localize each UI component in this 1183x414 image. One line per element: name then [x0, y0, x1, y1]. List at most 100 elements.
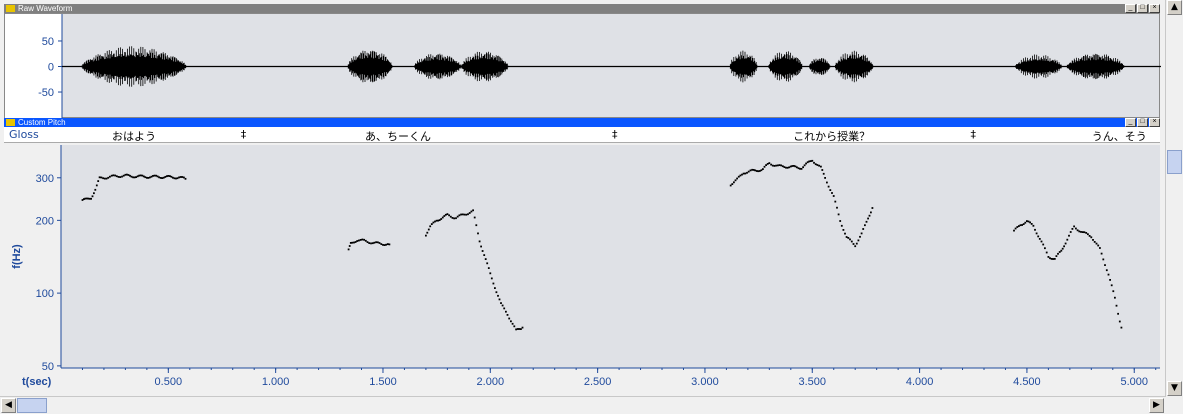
pitch-point — [1022, 223, 1025, 225]
pitch-point — [480, 245, 482, 248]
pitch-point — [1120, 326, 1123, 329]
pitch-point — [1075, 227, 1077, 230]
pitch-point — [737, 175, 740, 178]
pitch-point — [1078, 230, 1081, 233]
pitch-point — [1085, 232, 1088, 234]
pitch-point — [1069, 231, 1072, 233]
gloss-row: Gloss おはよう あ、ちーくん これから授業？ うん、そう ‡ ‡ ‡ — [4, 127, 1160, 143]
pitch-title: Custom Pitch — [18, 118, 66, 127]
pitch-point — [739, 174, 742, 177]
gloss-item[interactable]: あ、ちーくん — [365, 128, 431, 144]
pitch-point — [90, 197, 92, 200]
pitch-point — [1040, 240, 1043, 243]
waveform-pane: 50 0 -50 — [4, 13, 1161, 119]
waveform-y-tick-label: -50 — [38, 87, 54, 99]
pitch-point — [824, 177, 826, 179]
pitch-point — [1021, 224, 1023, 226]
gloss-item[interactable]: おはよう — [112, 128, 156, 144]
pitch-point — [780, 164, 782, 167]
vertical-scrollbar[interactable]: ▲ ▼ — [1165, 0, 1183, 397]
scroll-right-button[interactable]: ▶ — [1149, 398, 1164, 413]
pitch-titlebar[interactable]: Custom Pitch _ □ × — [4, 118, 1160, 127]
pitch-point — [451, 217, 454, 219]
pitch-point — [839, 220, 842, 222]
pitch-point — [368, 242, 371, 244]
pitch-point — [868, 214, 871, 217]
gloss-item[interactable]: うん、そう — [1092, 128, 1147, 144]
scroll-down-button[interactable]: ▼ — [1167, 381, 1182, 396]
pitch-point — [465, 213, 468, 216]
pitch-point — [1115, 304, 1118, 307]
pitch-point — [475, 224, 478, 227]
pitch-point — [119, 176, 122, 178]
pitch-point — [1034, 228, 1036, 231]
maximize-button[interactable]: □ — [1137, 118, 1148, 127]
pitch-point — [768, 162, 771, 164]
pitch-point — [802, 166, 804, 169]
vertical-scroll-thumb[interactable] — [1167, 150, 1182, 174]
close-button[interactable]: × — [1149, 118, 1160, 127]
pitch-point — [1016, 226, 1019, 228]
pitch-point — [487, 267, 490, 269]
minimize-button[interactable]: _ — [1125, 118, 1136, 127]
pitch-point — [1068, 234, 1070, 237]
pitch-point — [791, 165, 794, 167]
pitch-point — [773, 165, 776, 167]
scroll-left-button[interactable]: ◀ — [1, 398, 16, 413]
gloss-item[interactable]: これから授業？ — [793, 128, 870, 144]
pitch-point — [91, 195, 94, 198]
pitch-point — [448, 214, 450, 217]
waveform-burst — [809, 58, 831, 75]
maximize-button[interactable]: □ — [1137, 4, 1148, 13]
pitch-point — [731, 183, 734, 185]
pitch-point — [468, 212, 471, 214]
pitch-point — [376, 241, 379, 244]
pitch-point — [176, 177, 179, 180]
pitch-point — [850, 240, 853, 243]
pitch-point — [375, 241, 377, 244]
pitch-point — [1024, 221, 1027, 224]
pitch-point — [158, 176, 160, 179]
pitch-point — [95, 184, 98, 187]
pitch-point — [105, 177, 108, 180]
scroll-up-button[interactable]: ▲ — [1167, 0, 1182, 15]
pitch-point — [1105, 269, 1108, 272]
pitch-point — [364, 239, 367, 242]
pitch-point — [1099, 247, 1101, 249]
waveform-titlebar[interactable]: Raw Waveform _ □ × — [4, 4, 1160, 13]
pitch-x-tick-label: 4.000 — [906, 376, 934, 388]
pitch-pane: 300 200 100 50 f(Hz) 0.500 1.000 1.500 2.000 2.50… — [4, 143, 1160, 397]
minimize-button[interactable]: _ — [1125, 4, 1136, 13]
waveform-burst — [835, 50, 874, 83]
pitch-chart: 300 200 100 50 f(Hz) 0.500 1.000 1.500 2.000 2.50… — [11, 145, 1160, 388]
pitch-point — [478, 240, 481, 243]
pitch-point — [734, 179, 737, 182]
pitch-point — [777, 164, 779, 167]
pitch-point — [1093, 241, 1096, 243]
pitch-point — [354, 241, 357, 243]
pitch-point — [809, 160, 812, 162]
pitch-point — [1019, 224, 1022, 227]
pitch-point — [383, 244, 386, 246]
pitch-point — [765, 164, 767, 166]
horizontal-scrollbar[interactable]: ◀ ▶ — [0, 396, 1166, 414]
waveform-title: Raw Waveform — [18, 4, 73, 13]
pitch-point — [144, 176, 147, 179]
pitch-point — [785, 166, 787, 169]
pitch-point — [521, 326, 524, 329]
pitch-point — [385, 243, 388, 246]
pitch-point — [351, 241, 354, 244]
pitch-point — [1027, 220, 1030, 223]
pitch-point — [510, 320, 512, 323]
waveform-burst — [1066, 53, 1125, 80]
horizontal-scroll-thumb[interactable] — [17, 398, 47, 413]
pitch-point — [1066, 238, 1069, 241]
pitch-point — [822, 172, 825, 175]
pitch-point — [461, 213, 464, 216]
pitch-point — [497, 294, 499, 297]
pitch-x-tick-label: 1.500 — [369, 376, 397, 388]
pitch-point — [153, 174, 156, 177]
close-button[interactable]: × — [1149, 4, 1160, 13]
pitch-point — [388, 243, 391, 246]
pitch-point — [800, 168, 803, 170]
